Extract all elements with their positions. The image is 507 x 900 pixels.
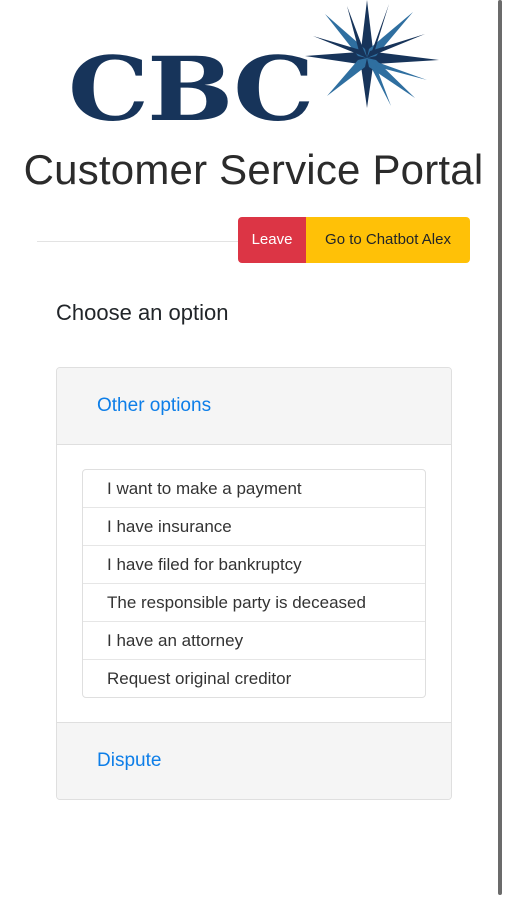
leave-button[interactable]: Leave: [238, 217, 306, 263]
scrollbar[interactable]: [498, 0, 502, 895]
list-item[interactable]: I have insurance: [83, 508, 425, 546]
other-options-link[interactable]: Other options: [97, 394, 211, 418]
list-item[interactable]: Request original creditor: [83, 660, 425, 697]
option-list: I want to make a payment I have insuranc…: [82, 469, 426, 698]
divider: [37, 241, 242, 242]
portal-title: Customer Service Portal: [23, 146, 484, 193]
list-item[interactable]: I have an attorney: [83, 622, 425, 660]
compass-star-icon: [305, 0, 439, 108]
cbc-logo: CBC: [62, 0, 452, 150]
list-item[interactable]: The responsible party is deceased: [83, 584, 425, 622]
accordion-header-other-options[interactable]: Other options: [57, 368, 451, 445]
list-item[interactable]: I have filed for bankruptcy: [83, 546, 425, 584]
page-heading: Choose an option: [56, 300, 229, 325]
logo-text: CBC: [68, 38, 314, 142]
go-to-chatbot-button[interactable]: Go to Chatbot Alex: [306, 217, 470, 263]
options-accordion: Other options I want to make a payment I…: [56, 367, 452, 800]
dispute-link[interactable]: Dispute: [97, 749, 161, 773]
list-item[interactable]: I want to make a payment: [83, 470, 425, 508]
accordion-header-dispute[interactable]: Dispute: [57, 722, 451, 799]
